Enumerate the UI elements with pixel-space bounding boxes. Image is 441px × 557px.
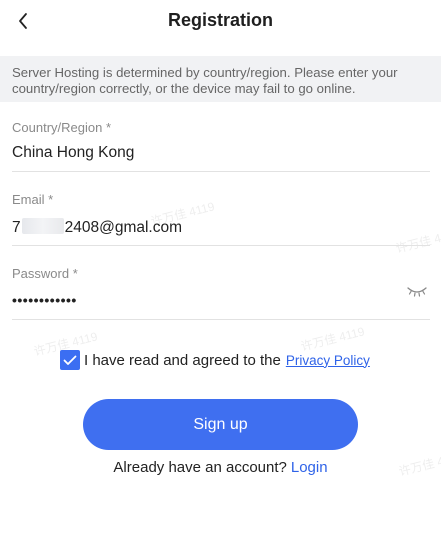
field-divider <box>12 245 430 246</box>
email-field[interactable]: Email * 7 2408@gmal.com <box>12 192 430 246</box>
redaction-blur <box>21 218 64 234</box>
country-region-label: Country/Region * <box>12 120 111 135</box>
field-divider <box>12 171 430 172</box>
agreement-checkbox[interactable] <box>60 350 80 370</box>
checkmark-icon <box>63 355 77 365</box>
password-label: Password * <box>12 266 78 281</box>
email-value-suffix: 2408@gmal.com <box>64 219 183 236</box>
sign-up-button[interactable]: Sign up <box>83 399 358 450</box>
agreement-row: I have read and agreed to the Privacy Po… <box>60 349 370 371</box>
hosting-notice: Server Hosting is determined by country/… <box>0 56 441 102</box>
login-link[interactable]: Login <box>291 459 328 476</box>
agreement-text: I have read and agreed to the <box>84 351 281 369</box>
login-prompt-text: Already have an account? <box>113 459 287 476</box>
country-region-field[interactable]: Country/Region * China Hong Kong <box>12 120 430 172</box>
privacy-policy-link[interactable]: Privacy Policy <box>286 353 370 368</box>
field-divider <box>12 319 430 320</box>
password-value: •••••••••••• <box>12 292 77 308</box>
eye-closed-icon[interactable] <box>406 284 428 298</box>
email-label: Email * <box>12 192 54 207</box>
country-region-value: China Hong Kong <box>12 144 135 161</box>
page-title: Registration <box>167 10 273 30</box>
login-prompt-row: Already have an account? Login <box>0 459 441 476</box>
password-field[interactable]: Password * •••••••••••• <box>12 266 430 320</box>
email-value-prefix: 7 <box>12 219 21 236</box>
header-bar: Registration <box>0 0 441 44</box>
email-value: 7 2408@gmal.com <box>12 218 182 237</box>
